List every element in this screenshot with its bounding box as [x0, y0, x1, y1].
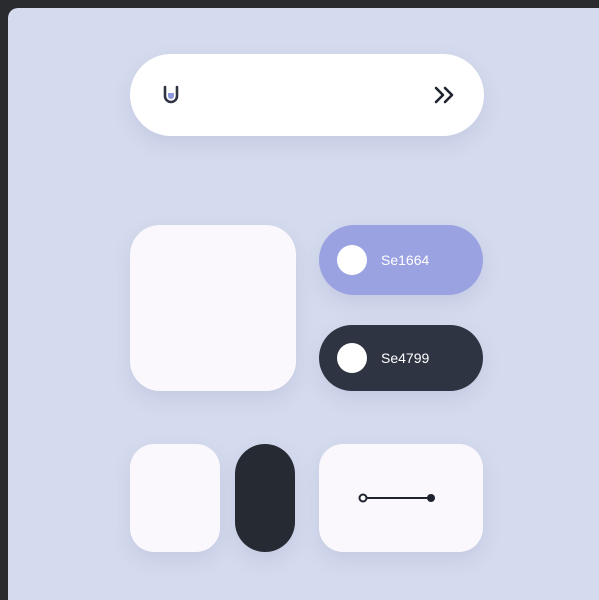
canvas: Se1664 Se4799 [8, 8, 599, 600]
dark-capsule-button[interactable] [235, 444, 295, 552]
toggle-pill-1[interactable]: Se1664 [319, 225, 483, 295]
small-tile[interactable] [130, 444, 220, 552]
line-slider-icon[interactable] [355, 488, 439, 508]
large-tile[interactable] [130, 225, 296, 391]
double-chevron-right-icon[interactable] [432, 84, 456, 106]
toggle-knob[interactable] [337, 245, 367, 275]
toggle-knob[interactable] [337, 343, 367, 373]
u-logo-icon [163, 85, 179, 104]
search-bar[interactable] [130, 54, 484, 136]
slider-tile[interactable] [319, 444, 483, 552]
toggle-label: Se4799 [381, 350, 430, 366]
toggle-pill-2[interactable]: Se4799 [319, 325, 483, 391]
toggle-label: Se1664 [381, 252, 430, 268]
